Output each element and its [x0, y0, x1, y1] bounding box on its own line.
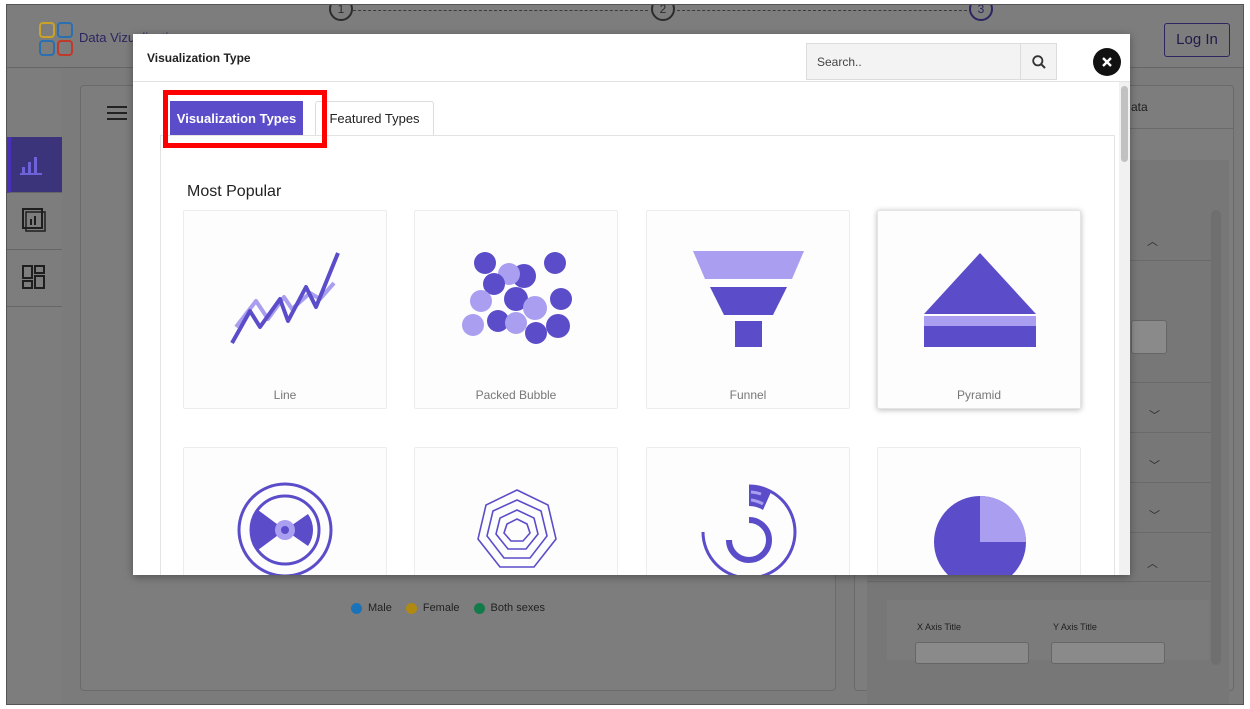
app-frame: Data Vizualization 1 2 3 Log In Male Fem… — [6, 4, 1244, 705]
chevron-up-icon: ︿ — [1147, 236, 1158, 248]
legend-item: Male — [351, 602, 392, 614]
rail-report-button[interactable] — [7, 194, 62, 250]
visualization-type-modal: Visualization Type Visualization Types — [133, 34, 1130, 575]
polar-chart-icon — [237, 482, 333, 575]
left-rail — [7, 69, 62, 704]
y-axis-title-label: Y Axis Title — [1053, 622, 1097, 632]
chevron-down-icon: ﹀ — [1149, 410, 1160, 422]
legend-dot-male — [351, 602, 362, 614]
close-button[interactable] — [1093, 48, 1121, 76]
panel-header-fragment: ata — [1131, 100, 1148, 114]
card-line[interactable]: Line — [183, 210, 387, 409]
chart-legend: Male Female Both sexes — [351, 602, 545, 614]
modal-title: Visualization Type — [147, 51, 251, 65]
panel-scrollbar[interactable] — [1211, 210, 1221, 665]
stepper-line — [353, 10, 648, 11]
modal-header: Visualization Type — [133, 34, 1130, 82]
legend-label: Female — [422, 602, 460, 614]
rail-chart-button[interactable] — [7, 137, 62, 193]
x-axis-title-input[interactable] — [915, 642, 1029, 664]
dashboard-grid-icon — [22, 265, 45, 289]
legend-item: Both sexes — [473, 602, 545, 614]
radial-bar-icon — [701, 484, 797, 575]
menu-icon[interactable] — [107, 106, 127, 120]
card-radial-bar[interactable] — [646, 447, 850, 575]
scroll-thumb[interactable] — [1121, 86, 1128, 162]
card-radar[interactable] — [414, 447, 618, 575]
legend-label: Male — [368, 602, 392, 614]
line-chart-icon — [230, 252, 340, 344]
modal-scrollbar[interactable] — [1119, 82, 1130, 575]
chevron-down-icon: ﹀ — [1149, 460, 1160, 472]
login-button[interactable]: Log In — [1164, 23, 1230, 57]
pyramid-icon — [924, 253, 1036, 347]
stepper-line — [677, 10, 967, 11]
search-button[interactable] — [1020, 44, 1056, 79]
card-pie[interactable] — [877, 447, 1081, 575]
step-1[interactable]: 1 — [329, 5, 353, 21]
app-logo-icon — [39, 22, 73, 56]
card-packed-bubble[interactable]: Packed Bubble — [414, 210, 618, 409]
legend-label: Both sexes — [490, 602, 545, 614]
radar-chart-icon — [477, 489, 557, 568]
card-label: Line — [273, 388, 297, 402]
card-pyramid[interactable]: Pyramid — [877, 210, 1081, 409]
search-box — [806, 43, 1057, 80]
chevron-down-icon: ﹀ — [1149, 510, 1160, 522]
card-label: Packed Bubble — [475, 388, 557, 402]
legend-item: Female — [405, 602, 460, 614]
field-input[interactable] — [1131, 320, 1167, 354]
tab-featured-types[interactable]: Featured Types — [315, 101, 434, 135]
search-icon — [1031, 54, 1046, 69]
step-3[interactable]: 3 — [969, 5, 993, 21]
axis-title-group: X Axis Title Y Axis Title — [887, 600, 1209, 664]
legend-dot-female — [405, 602, 417, 614]
packed-bubble-icon — [462, 252, 572, 344]
card-label: Pyramid — [956, 388, 1001, 402]
report-icon — [22, 208, 46, 232]
pie-chart-icon — [934, 496, 1026, 575]
card-funnel[interactable]: Funnel — [646, 210, 850, 409]
rail-dashboard-button[interactable] — [7, 251, 62, 307]
close-icon — [1102, 57, 1112, 67]
legend-dot-both — [473, 602, 485, 614]
step-2[interactable]: 2 — [651, 5, 675, 21]
funnel-icon — [693, 251, 804, 347]
section-title: Most Popular — [187, 183, 282, 200]
y-axis-title-input[interactable] — [1051, 642, 1165, 664]
search-input[interactable] — [807, 44, 1020, 79]
chevron-up-icon: ︿ — [1147, 558, 1158, 570]
card-polar[interactable] — [183, 447, 387, 575]
bar-chart-icon — [20, 157, 42, 175]
x-axis-title-label: X Axis Title — [917, 622, 962, 632]
tab-highlight-box — [163, 90, 327, 148]
card-label: Funnel — [729, 388, 767, 402]
